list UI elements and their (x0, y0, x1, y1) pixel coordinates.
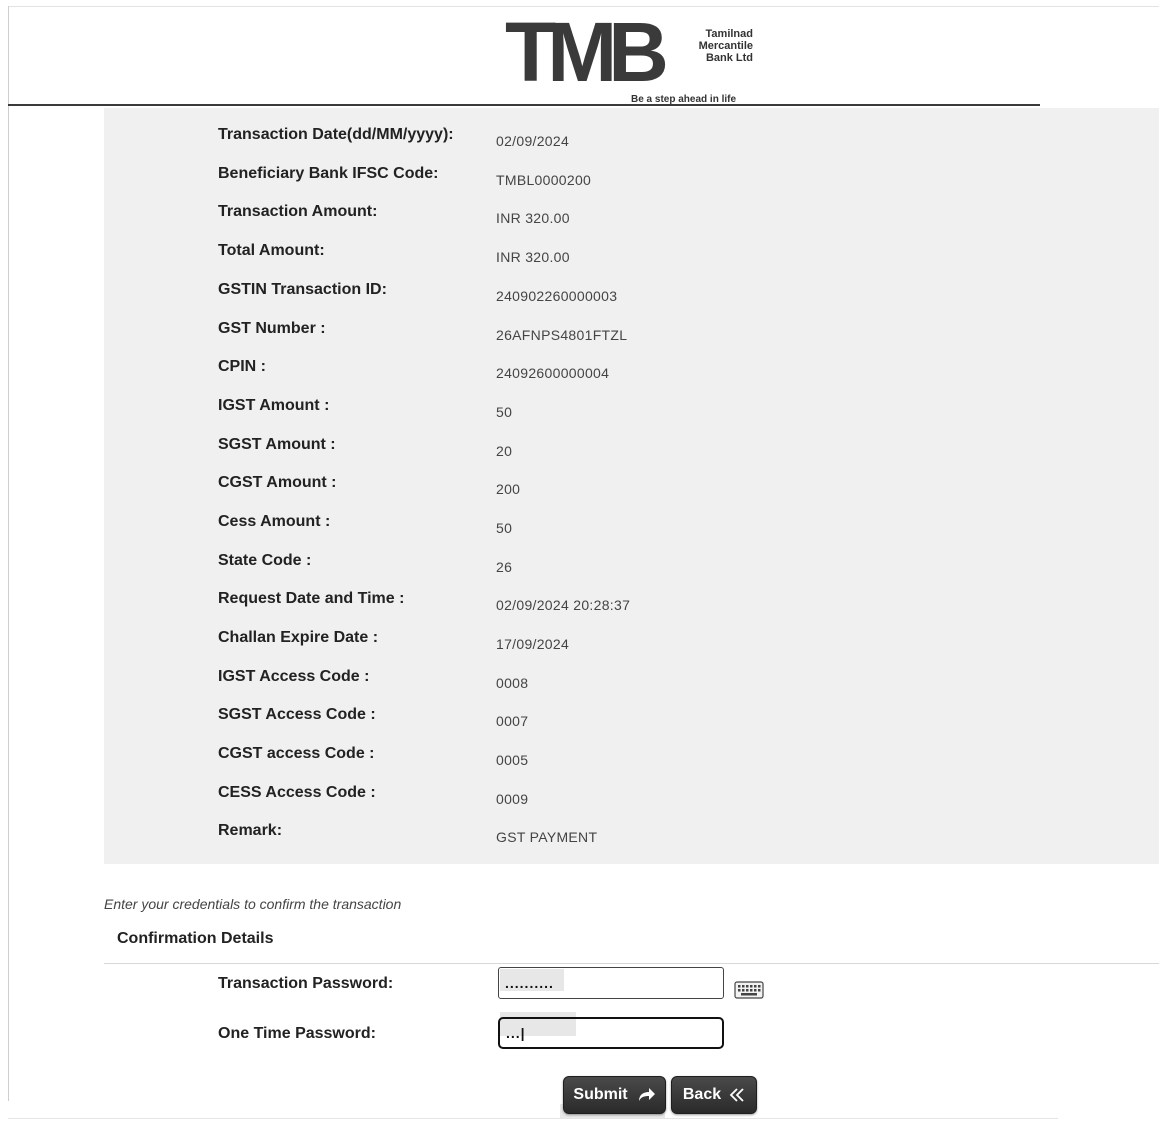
transaction-password-field[interactable] (498, 967, 724, 999)
detail-row: Transaction Date(dd/MM/yyyy): 02/09/2024 (104, 118, 1159, 156)
header-divider (8, 104, 1040, 106)
confirmation-title: Confirmation Details (117, 930, 274, 947)
detail-label: IGST Access Code : (218, 668, 370, 685)
detail-row: CESS Access Code : 0009 (104, 776, 1159, 814)
detail-row: GST Number : 26AFNPS4801FTZL (104, 312, 1159, 350)
detail-label: CGST access Code : (218, 745, 375, 762)
logo-bank-name: Tamilnad Mercantile Bank Ltd (689, 28, 753, 64)
detail-row: SGST Access Code : 0007 (104, 698, 1159, 736)
double-chevron-left-icon (729, 1088, 745, 1102)
detail-value: TMBL0000200 (496, 172, 592, 188)
detail-label: Transaction Date(dd/MM/yyyy): (218, 126, 454, 143)
detail-row: IGST Amount : 50 (104, 389, 1159, 427)
footer-divider (8, 1118, 1058, 1119)
confirmation-divider (104, 963, 1159, 964)
detail-row: IGST Access Code : 0008 (104, 660, 1159, 698)
detail-label: Total Amount: (218, 242, 325, 259)
detail-value: GST PAYMENT (496, 829, 598, 845)
detail-label: CPIN : (218, 358, 266, 375)
detail-label: GST Number : (218, 320, 326, 337)
detail-value: 17/09/2024 (496, 636, 570, 652)
page-header: TMB Tamilnad Mercantile Bank Ltd Be a st… (8, 6, 1159, 106)
logo-wordmark: TMB (505, 5, 669, 99)
keyboard-icon[interactable] (734, 981, 764, 999)
detail-label: SGST Amount : (218, 436, 336, 453)
detail-value: INR 320.00 (496, 210, 570, 226)
transaction-password-label: Transaction Password: (218, 975, 394, 992)
detail-value: 20 (496, 443, 513, 459)
detail-value: 02/09/2024 (496, 133, 570, 149)
detail-value: 02/09/2024 20:28:37 (496, 597, 631, 613)
detail-value: 0005 (496, 752, 529, 768)
detail-value: INR 320.00 (496, 249, 570, 265)
detail-row: Cess Amount : 50 (104, 505, 1159, 543)
detail-row: Challan Expire Date : 17/09/2024 (104, 621, 1159, 659)
share-arrow-icon (636, 1087, 656, 1103)
detail-row: CPIN : 24092600000004 (104, 350, 1159, 388)
frame-left-border (8, 6, 9, 1101)
back-button-label: Back (682, 1086, 722, 1103)
submit-button[interactable]: Submit (563, 1076, 666, 1114)
detail-row: Transaction Amount: INR 320.00 (104, 195, 1159, 233)
detail-row: Beneficiary Bank IFSC Code: TMBL0000200 (104, 157, 1159, 195)
detail-value: 0007 (496, 713, 529, 729)
detail-label: SGST Access Code : (218, 706, 376, 723)
bank-logo: TMB Tamilnad Mercantile Bank Ltd Be a st… (503, 10, 773, 106)
detail-label: CGST Amount : (218, 474, 337, 491)
detail-value: 50 (496, 520, 513, 536)
transaction-details-panel: Transaction Date(dd/MM/yyyy): 02/09/2024 … (104, 108, 1159, 864)
otp-field[interactable] (498, 1017, 724, 1049)
detail-label: Cess Amount : (218, 513, 331, 530)
detail-label: Remark: (218, 822, 283, 839)
detail-label: Beneficiary Bank IFSC Code: (218, 165, 439, 182)
detail-value: 240902260000003 (496, 288, 618, 304)
detail-label: Transaction Amount: (218, 203, 378, 220)
back-button[interactable]: Back (671, 1076, 757, 1114)
detail-row: Request Date and Time : 02/09/2024 20:28:… (104, 582, 1159, 620)
detail-label: GSTIN Transaction ID: (218, 281, 387, 298)
detail-value: 200 (496, 481, 521, 497)
detail-label: Challan Expire Date : (218, 629, 379, 646)
logo-name-line: Bank Ltd (705, 52, 753, 64)
detail-label: Request Date and Time : (218, 590, 405, 607)
logo-name-line: Tamilnad (705, 28, 753, 40)
submit-button-label: Submit (573, 1086, 628, 1103)
detail-value: 26AFNPS4801FTZL (496, 327, 628, 343)
detail-row: CGST Amount : 200 (104, 466, 1159, 504)
detail-row: State Code : 26 (104, 544, 1159, 582)
detail-row: CGST access Code : 0005 (104, 737, 1159, 775)
detail-value: 26 (496, 559, 513, 575)
detail-row: GSTIN Transaction ID: 240902260000003 (104, 273, 1159, 311)
detail-value: 50 (496, 404, 513, 420)
detail-row: SGST Amount : 20 (104, 428, 1159, 466)
detail-label: CESS Access Code : (218, 784, 376, 801)
confirmation-instruction: Enter your credentials to confirm the tr… (104, 896, 402, 912)
logo-name-line: Mercantile (698, 40, 753, 52)
detail-value: 24092600000004 (496, 365, 610, 381)
otp-label: One Time Password: (218, 1025, 376, 1042)
detail-label: State Code : (218, 552, 312, 569)
detail-label: IGST Amount : (218, 397, 330, 414)
detail-value: 0009 (496, 791, 529, 807)
detail-value: 0008 (496, 675, 529, 691)
detail-row: Total Amount: INR 320.00 (104, 234, 1159, 272)
detail-row: Remark: GST PAYMENT (104, 814, 1159, 852)
